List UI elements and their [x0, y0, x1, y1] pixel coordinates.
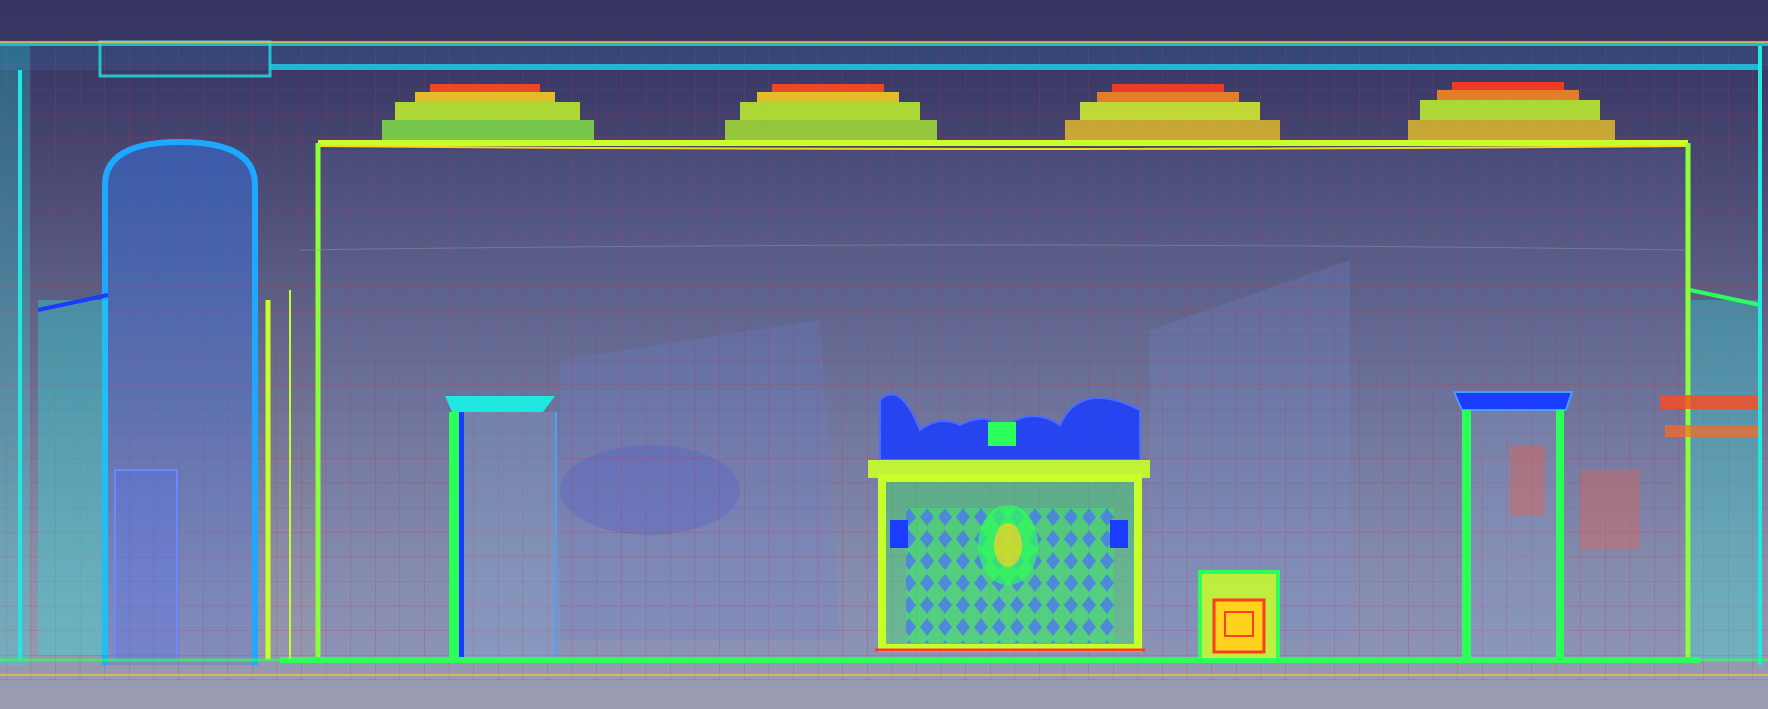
small-cabinet — [1198, 570, 1280, 662]
central-ornate-door — [868, 393, 1150, 652]
left-archway — [102, 138, 258, 665]
left-doorway — [445, 396, 557, 657]
point-cloud-canvas[interactable] — [0, 0, 1768, 709]
3d-viewport[interactable] — [0, 0, 1768, 709]
